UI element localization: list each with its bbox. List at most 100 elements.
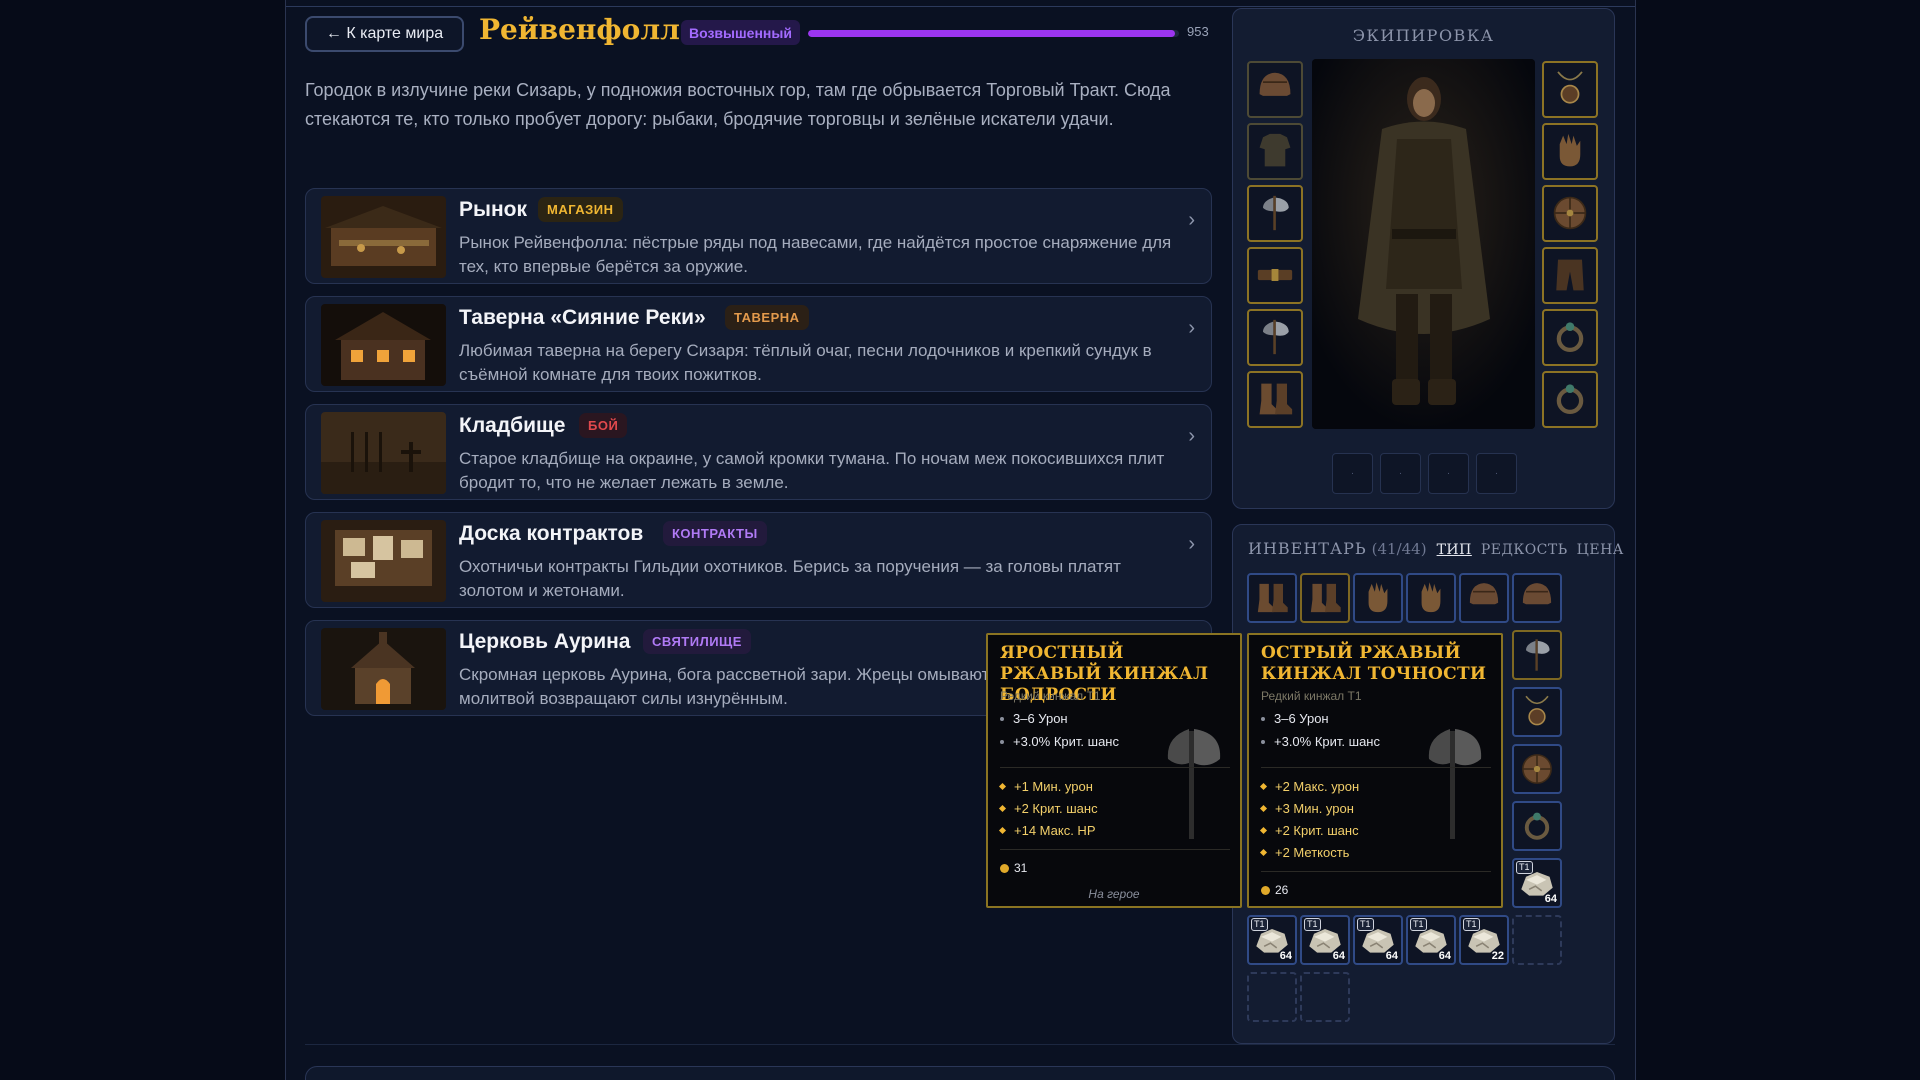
inventory-item[interactable] — [1300, 573, 1350, 623]
tooltip-item-type: Редкий кинжал T1 — [1000, 689, 1101, 703]
item-quantity: 64 — [1385, 950, 1398, 962]
quick-slot[interactable]: · — [1476, 453, 1517, 494]
location-name: Церковь Аурина — [459, 630, 631, 653]
inventory-header: ИНВЕНТАРЬ (41/44) ТИП РЕДКОСТЬ ЦЕНА — [1248, 539, 1623, 558]
inventory-item[interactable] — [1353, 573, 1403, 623]
location-name: Рынок — [459, 198, 527, 221]
equipment-slot-right-2[interactable] — [1542, 123, 1598, 180]
location-tag: МАГАЗИН — [538, 197, 623, 222]
top-divider — [286, 6, 1635, 7]
inventory-item[interactable] — [1512, 801, 1562, 851]
tooltip-base-stat: 3–6 Урон — [1000, 711, 1068, 726]
inventory-slot-empty[interactable] — [1247, 972, 1297, 1022]
tooltip-base-stat: +3.0% Крит. шанс — [1000, 734, 1119, 749]
equipment-slot-left-1[interactable] — [1247, 61, 1303, 118]
inventory-item[interactable]: T1 64 — [1512, 858, 1562, 908]
location-thumbnail — [321, 412, 446, 494]
equipment-slot-left-6[interactable] — [1247, 371, 1303, 428]
amulet-icon — [1546, 65, 1596, 118]
item-tier: T1 — [1463, 918, 1480, 931]
boots-icon — [1303, 576, 1348, 621]
bottom-divider — [305, 1044, 1615, 1045]
ring-icon — [1546, 375, 1596, 428]
item-tier: T1 — [1410, 918, 1427, 931]
reputation-progress-fill — [808, 30, 1176, 37]
item-quantity: 64 — [1332, 950, 1345, 962]
item-quantity: 22 — [1491, 950, 1504, 962]
chevron-right-icon: › — [1188, 425, 1195, 447]
item-tier: T1 — [1304, 918, 1321, 931]
axe-icon — [1251, 189, 1301, 242]
equipment-slot-right-1[interactable] — [1542, 61, 1598, 118]
location-tag: СВЯТИЛИЩЕ — [643, 629, 751, 654]
inventory-item[interactable] — [1459, 573, 1509, 623]
inventory-title: ИНВЕНТАРЬ — [1248, 539, 1367, 558]
sort-by-type[interactable]: ТИП — [1437, 542, 1472, 558]
tooltip-divider — [1000, 767, 1230, 768]
location-description: Охотничьи контракты Гильдии охотников. Б… — [459, 557, 1121, 600]
location-thumbnail — [321, 520, 446, 602]
back-to-world-map-button[interactable]: ← К карте мира — [305, 16, 464, 52]
reputation-progress-value: 953 — [1187, 24, 1209, 39]
inventory-item[interactable]: T1 64 — [1353, 915, 1403, 965]
location-description: Старое кладбище на окраине, у самой кром… — [459, 449, 1165, 492]
tooltip-affix: +2 Меткость — [1259, 845, 1349, 860]
equipment-slot-left-2[interactable] — [1247, 123, 1303, 180]
location-card[interactable]: Кладбище БОЙ Старое кладбище на окраине,… — [305, 404, 1212, 500]
equipment-title: ЭКИПИРОВКА — [1352, 26, 1495, 45]
equipment-slot-right-3[interactable] — [1542, 185, 1598, 242]
shirt-icon — [1251, 127, 1301, 180]
inventory-item[interactable]: T1 64 — [1247, 915, 1297, 965]
quick-slot[interactable]: · — [1332, 453, 1373, 494]
equipment-slot-left-5[interactable] — [1247, 309, 1303, 366]
tooltip-price: 31 — [1000, 861, 1027, 875]
quick-slot[interactable]: · — [1380, 453, 1421, 494]
inventory-item[interactable]: T1 64 — [1300, 915, 1350, 965]
location-card[interactable]: Таверна «Сияние Реки» ТАВЕРНА Любимая та… — [305, 296, 1212, 392]
equipment-slot-left-4[interactable] — [1247, 247, 1303, 304]
tooltip-divider — [1261, 871, 1491, 872]
inventory-slot-empty[interactable] — [1300, 972, 1350, 1022]
location-description: Любимая таверна на берегу Сизаря: тёплый… — [459, 341, 1152, 384]
tooltip-affix: +1 Мин. урон — [998, 779, 1093, 794]
shield-icon — [1546, 189, 1596, 242]
location-tag: ТАВЕРНА — [725, 305, 809, 330]
sort-by-price[interactable]: ЦЕНА — [1577, 542, 1624, 558]
location-name: Доска контрактов — [459, 522, 644, 545]
inventory-item[interactable] — [1247, 573, 1297, 623]
quick-slot[interactable]: · — [1428, 453, 1469, 494]
location-tag: БОЙ — [579, 413, 628, 438]
equipment-slot-right-5[interactable] — [1542, 309, 1598, 366]
boots-icon — [1250, 576, 1295, 621]
item-tooltip: ЯРОСТНЫЙ РЖАВЫЙ КИНЖАЛ БОДРОСТИ Редкий к… — [986, 633, 1242, 908]
inventory-item[interactable]: T1 64 — [1406, 915, 1456, 965]
rank-badge: Возвышенный — [681, 20, 800, 45]
inventory-item[interactable] — [1512, 630, 1562, 680]
equipment-slot-right-6[interactable] — [1542, 371, 1598, 428]
location-thumbnail — [321, 196, 446, 278]
location-card[interactable]: Рынок МАГАЗИН Рынок Рейвенфолла: пёстрые… — [305, 188, 1212, 284]
tooltip-affix: +14 Макс. HP — [998, 823, 1096, 838]
location-description: Рынок Рейвенфолла: пёстрые ряды под наве… — [459, 233, 1172, 276]
sort-by-rarity[interactable]: РЕДКОСТЬ — [1481, 542, 1568, 558]
location-tag: КОНТРАКТЫ — [663, 521, 767, 546]
inventory-slot-empty[interactable] — [1512, 915, 1562, 965]
equipment-slot-left-3[interactable] — [1247, 185, 1303, 242]
inventory-count: (41/44) — [1371, 540, 1427, 558]
hero-portrait — [1312, 59, 1535, 429]
inventory-item[interactable] — [1406, 573, 1456, 623]
equipment-slot-right-4[interactable] — [1542, 247, 1598, 304]
inventory-item[interactable] — [1512, 687, 1562, 737]
inventory-item[interactable]: T1 22 — [1459, 915, 1509, 965]
inventory-item[interactable] — [1512, 744, 1562, 794]
location-card[interactable]: Доска контрактов КОНТРАКТЫ Охотничьи кон… — [305, 512, 1212, 608]
item-tier: T1 — [1516, 861, 1533, 874]
tooltip-affix: +3 Мин. урон — [1259, 801, 1354, 816]
item-tier: T1 — [1357, 918, 1374, 931]
helmet-icon — [1515, 576, 1560, 621]
helmet-icon — [1251, 65, 1301, 118]
item-quantity: 64 — [1279, 950, 1292, 962]
inventory-item[interactable] — [1512, 573, 1562, 623]
gloves-icon — [1356, 576, 1401, 621]
tooltip-divider — [1261, 767, 1491, 768]
